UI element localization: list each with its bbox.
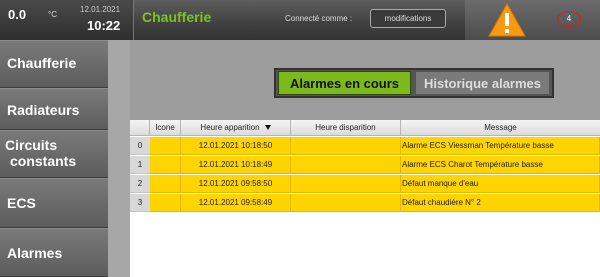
sidebar-item-alarmes[interactable]: Alarmes bbox=[0, 228, 108, 277]
sort-descending-icon bbox=[264, 125, 271, 131]
alarm-icon-cell bbox=[150, 156, 181, 174]
disappearance-time bbox=[291, 156, 401, 174]
row-index: 2 bbox=[130, 175, 150, 193]
status-panel: 0.0 °C 12.01.2021 10:22 bbox=[0, 0, 134, 40]
alarm-icon-cell bbox=[150, 175, 181, 193]
column-header-disappearance[interactable]: Heure disparition bbox=[291, 120, 401, 136]
alarm-message: Défaut manque d'eau bbox=[401, 175, 600, 193]
row-index: 0 bbox=[130, 137, 150, 155]
sidebar: Chaufferie Radiateurs Circuits constants… bbox=[0, 40, 108, 277]
alarm-message: Alarme ECS Viessman Température basse bbox=[401, 137, 600, 155]
sidebar-item-ecs[interactable]: ECS bbox=[0, 178, 108, 228]
modifications-button[interactable]: modifications bbox=[370, 9, 446, 28]
column-header-icon[interactable]: Icone bbox=[150, 120, 181, 136]
column-header-appearance[interactable]: Heure apparition bbox=[181, 120, 291, 136]
outdoor-temperature: 0.0 bbox=[8, 7, 27, 22]
alarm-icon-cell bbox=[150, 194, 181, 212]
table-row[interactable]: 0 12.01.2021 10:18:50 Alarme ECS Viessma… bbox=[130, 137, 600, 155]
alarm-count-badge: 4 bbox=[557, 11, 581, 27]
sidebar-item-label: Circuits bbox=[5, 137, 58, 153]
disappearance-time bbox=[291, 194, 401, 212]
alarm-message: Alarme ECS Charot Température basse bbox=[401, 156, 600, 174]
sidebar-item-label: ECS bbox=[7, 195, 36, 211]
sidebar-item-label: Radiateurs bbox=[7, 102, 80, 118]
warning-icon bbox=[488, 2, 526, 37]
row-index-header bbox=[130, 120, 150, 136]
row-index: 3 bbox=[130, 194, 150, 212]
sidebar-item-circuits-constants[interactable]: Circuits constants bbox=[0, 130, 108, 178]
alarm-icon-cell bbox=[150, 137, 181, 155]
table-row[interactable]: 2 12.01.2021 09:58:50 Défaut manque d'ea… bbox=[130, 175, 600, 193]
tab-current-alarms[interactable]: Alarmes en cours bbox=[278, 71, 411, 95]
sidebar-item-label: Alarmes bbox=[7, 245, 63, 261]
sidebar-item-label: constants bbox=[10, 153, 77, 169]
alarm-tabs: Alarmes en cours Historique alarmes bbox=[274, 68, 554, 98]
table-header: Icone Heure apparition Heure disparition… bbox=[130, 120, 600, 136]
sidebar-item-chaufferie[interactable]: Chaufferie bbox=[0, 40, 108, 88]
current-time: 10:22 bbox=[87, 18, 121, 33]
current-date: 12.01.2021 bbox=[80, 5, 121, 14]
row-index: 1 bbox=[130, 156, 150, 174]
tab-alarm-history[interactable]: Historique alarmes bbox=[415, 71, 550, 95]
disappearance-time bbox=[291, 137, 401, 155]
table-row[interactable]: 1 12.01.2021 10:18:49 Alarme ECS Charot … bbox=[130, 156, 600, 174]
appearance-time: 12.01.2021 10:18:49 bbox=[181, 156, 291, 174]
sidebar-separator bbox=[108, 40, 130, 277]
column-header-label: Heure apparition bbox=[200, 123, 260, 132]
top-bar: 0.0 °C 12.01.2021 10:22 Chaufferie Conne… bbox=[0, 0, 600, 40]
alarm-message: Défaut chaudière N° 2 bbox=[401, 194, 600, 212]
appearance-time: 12.01.2021 09:58:49 bbox=[181, 194, 291, 212]
appearance-time: 12.01.2021 09:58:50 bbox=[181, 175, 291, 193]
sidebar-item-label: Chaufferie bbox=[7, 55, 77, 71]
page-title: Chaufferie bbox=[142, 9, 212, 25]
appearance-time: 12.01.2021 10:18:50 bbox=[181, 137, 291, 155]
alarm-table: Icone Heure apparition Heure disparition… bbox=[130, 120, 600, 277]
temperature-unit: °C bbox=[48, 10, 57, 19]
column-header-message[interactable]: Message bbox=[401, 120, 600, 136]
sidebar-item-radiateurs[interactable]: Radiateurs bbox=[0, 88, 108, 130]
connected-as-label: Connecté comme : bbox=[285, 14, 353, 23]
table-row[interactable]: 3 12.01.2021 09:58:49 Défaut chaudière N… bbox=[130, 194, 600, 212]
alarm-indicator[interactable]: 4 bbox=[465, 0, 600, 40]
disappearance-time bbox=[291, 175, 401, 193]
